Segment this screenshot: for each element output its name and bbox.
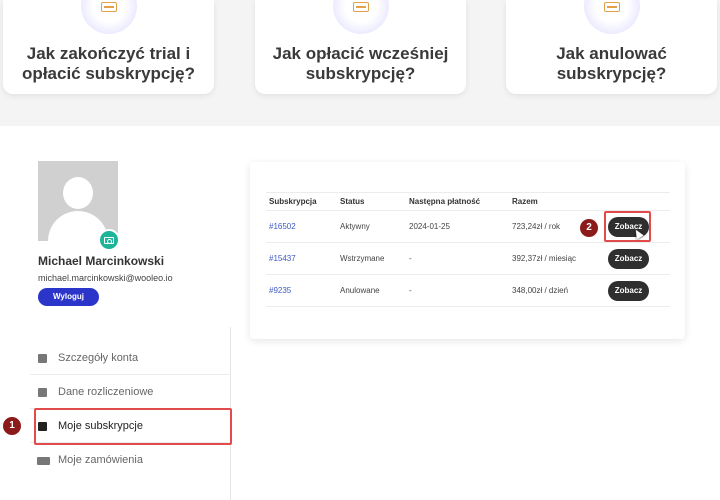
edit-icon — [38, 354, 47, 363]
nav-item-label: Szczegóły konta — [58, 352, 139, 364]
column-header: Razem — [509, 192, 605, 211]
total-cell: 392,37zł / miesiąc — [509, 242, 605, 275]
step-marker-1: 1 — [3, 417, 21, 435]
faq-card-end-trial[interactable]: Jak zakończyć trial i opłacić subskrypcj… — [3, 0, 214, 94]
nav-item-account-details[interactable]: Szczegóły konta — [30, 341, 231, 375]
total-cell: 348,00zł / dzień — [509, 274, 605, 307]
column-header — [605, 192, 670, 211]
subscription-link[interactable]: #16502 — [269, 222, 296, 231]
faq-card-title-line: subskrypcję? — [305, 64, 416, 83]
table-header-row: Subskrypcja Status Następna płatność Raz… — [266, 192, 670, 211]
step-marker-2: 2 — [580, 219, 598, 237]
faq-card-title-line: opłacić subskrypcję? — [22, 64, 195, 83]
view-button[interactable]: Zobacz — [608, 280, 649, 301]
column-header: Status — [337, 192, 406, 211]
next-payment-cell: - — [406, 274, 509, 307]
table-row: #15437 Wstrzymane - 392,37zł / miesiąc Z… — [266, 242, 670, 275]
user-card-icon — [38, 388, 47, 397]
action-cell: Zobacz — [605, 274, 670, 307]
faq-card-cancel[interactable]: Jak anulować subskrypcję? — [506, 0, 717, 94]
user-name: Michael Marcinkowski — [38, 254, 165, 268]
faq-card-title-line: Jak opłacić wcześniej — [272, 44, 449, 63]
card-icon — [583, 0, 640, 34]
subscription-id-cell: #9235 — [266, 274, 337, 307]
faq-card-title-line: subskrypcję? — [556, 64, 667, 83]
column-header: Następna płatność — [406, 192, 509, 211]
user-email: michael.marcinkowski@wooleo.io — [38, 273, 173, 283]
subscriptions-table: Subskrypcja Status Następna płatność Raz… — [266, 192, 670, 307]
logout-button[interactable]: Wyloguj — [38, 288, 99, 306]
nav-item-label: Moje zamówienia — [58, 454, 143, 466]
status-cell: Wstrzymane — [337, 242, 406, 275]
subscription-id-cell: #16502 — [266, 210, 337, 243]
next-payment-cell: 2024-01-25 — [406, 210, 509, 243]
highlight-box — [604, 211, 651, 242]
faq-card-pay-early[interactable]: Jak opłacić wcześniej subskrypcję? — [255, 0, 466, 94]
card-icon — [80, 0, 137, 34]
next-payment-cell: - — [406, 242, 509, 275]
faq-card-title: Jak opłacić wcześniej subskrypcję? — [255, 44, 466, 84]
card-icon — [332, 0, 389, 34]
nav-item-my-orders[interactable]: Moje zamówienia — [30, 443, 231, 477]
table-row: #9235 Anulowane - 348,00zł / dzień Zobac… — [266, 274, 670, 307]
column-header: Subskrypcja — [266, 192, 337, 211]
nav-item-billing-data[interactable]: Dane rozliczeniowe — [30, 375, 231, 409]
status-cell: Anulowane — [337, 274, 406, 307]
faq-cards: Jak zakończyć trial i opłacić subskrypcj… — [0, 0, 720, 100]
faq-card-title-line: Jak anulować — [556, 44, 667, 63]
faq-card-title-line: Jak zakończyć trial i — [26, 44, 191, 63]
credit-card-icon — [37, 457, 50, 465]
subscription-link[interactable]: #15437 — [269, 254, 296, 263]
camera-icon[interactable] — [98, 229, 120, 251]
subscription-id-cell: #15437 — [266, 242, 337, 275]
highlight-box — [34, 408, 232, 445]
action-cell: Zobacz — [605, 242, 670, 275]
status-cell: Aktywny — [337, 210, 406, 243]
nav-item-label: Dane rozliczeniowe — [58, 386, 154, 398]
view-button[interactable]: Zobacz — [608, 248, 649, 269]
faq-card-title: Jak zakończyć trial i opłacić subskrypcj… — [3, 44, 214, 84]
faq-card-title: Jak anulować subskrypcję? — [506, 44, 717, 84]
subscription-link[interactable]: #9235 — [269, 286, 291, 295]
